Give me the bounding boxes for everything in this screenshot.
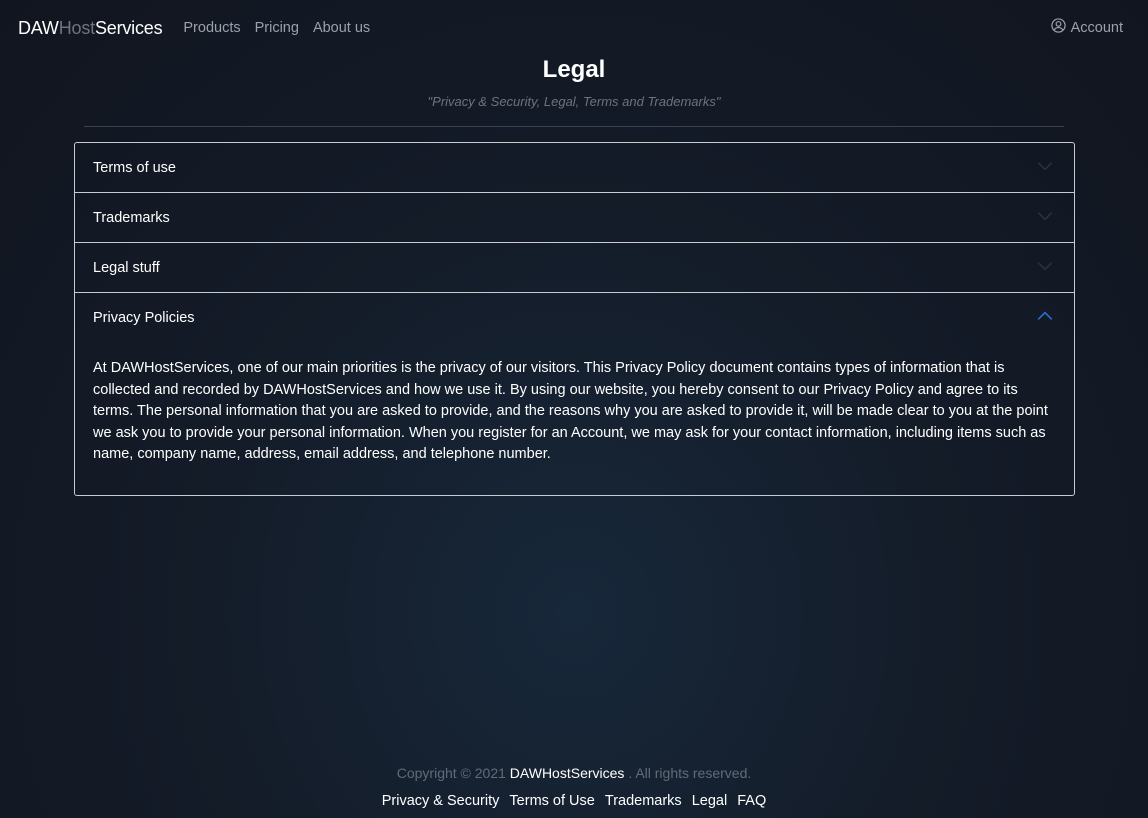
account-link[interactable]: Account	[1050, 18, 1123, 37]
footer-link-terms-of-use[interactable]: Terms of Use	[509, 793, 594, 809]
chevron-down-icon	[1036, 207, 1056, 229]
accordion-header-privacy-policies[interactable]: Privacy Policies	[75, 293, 1074, 342]
footer-link-trademarks[interactable]: Trademarks	[605, 793, 682, 809]
accordion-item-privacy-policies: Privacy Policies At DAWHostServices, one…	[75, 293, 1074, 495]
chevron-up-icon	[1036, 307, 1056, 329]
brand-daw: DAW	[18, 17, 59, 38]
chevron-down-icon	[1036, 257, 1056, 279]
footer-link-privacy-security[interactable]: Privacy & Security	[382, 793, 500, 809]
brand-host: Host	[58, 17, 95, 38]
brand-services: Services	[94, 17, 163, 38]
footer-links: Privacy & Security Terms of Use Trademar…	[0, 793, 1148, 809]
copyright-prefix: Copyright © 2021	[396, 765, 506, 781]
footer-link-faq[interactable]: FAQ	[737, 793, 766, 809]
accordion-label: Privacy Policies	[93, 309, 195, 326]
nav-link-about-us[interactable]: About us	[313, 20, 370, 36]
account-label: Account	[1070, 19, 1123, 36]
accordion-header-legal-stuff[interactable]: Legal stuff	[75, 243, 1074, 292]
accordion-header-trademarks[interactable]: Trademarks	[75, 193, 1074, 242]
footer-link-legal[interactable]: Legal	[692, 793, 727, 809]
accordion-item-legal-stuff: Legal stuff	[75, 243, 1074, 293]
page-subtitle: "Privacy & Security, Legal, Terms and Tr…	[427, 94, 721, 109]
copyright-brand: DAWHostServices	[509, 765, 625, 781]
nav-link-products[interactable]: Products	[183, 20, 240, 36]
copyright-suffix: . All rights reserved.	[628, 765, 752, 781]
privacy-policy-text: At DAWHostServices, one of our main prio…	[93, 360, 1048, 463]
legal-accordion: Terms of use Trademarks Legal stuff Priv…	[74, 142, 1075, 496]
accordion-label: Trademarks	[93, 209, 170, 226]
accordion-item-terms-of-use: Terms of use	[75, 143, 1074, 193]
user-circle-icon	[1050, 18, 1066, 37]
chevron-down-icon	[1036, 157, 1056, 179]
footer-copyright: Copyright © 2021 DAWHostServices . All r…	[0, 765, 1148, 781]
page-title: Legal	[542, 56, 606, 83]
accordion-label: Terms of use	[93, 159, 176, 176]
brand-logo[interactable]: DAWHostServices	[18, 17, 163, 39]
accordion-item-trademarks: Trademarks	[75, 193, 1074, 243]
nav-link-pricing[interactable]: Pricing	[255, 20, 299, 36]
navbar: DAWHostServices Products Pricing About u…	[0, 0, 1148, 56]
divider	[84, 126, 1064, 127]
accordion-header-terms-of-use[interactable]: Terms of use	[75, 143, 1074, 192]
accordion-label: Legal stuff	[93, 259, 160, 276]
